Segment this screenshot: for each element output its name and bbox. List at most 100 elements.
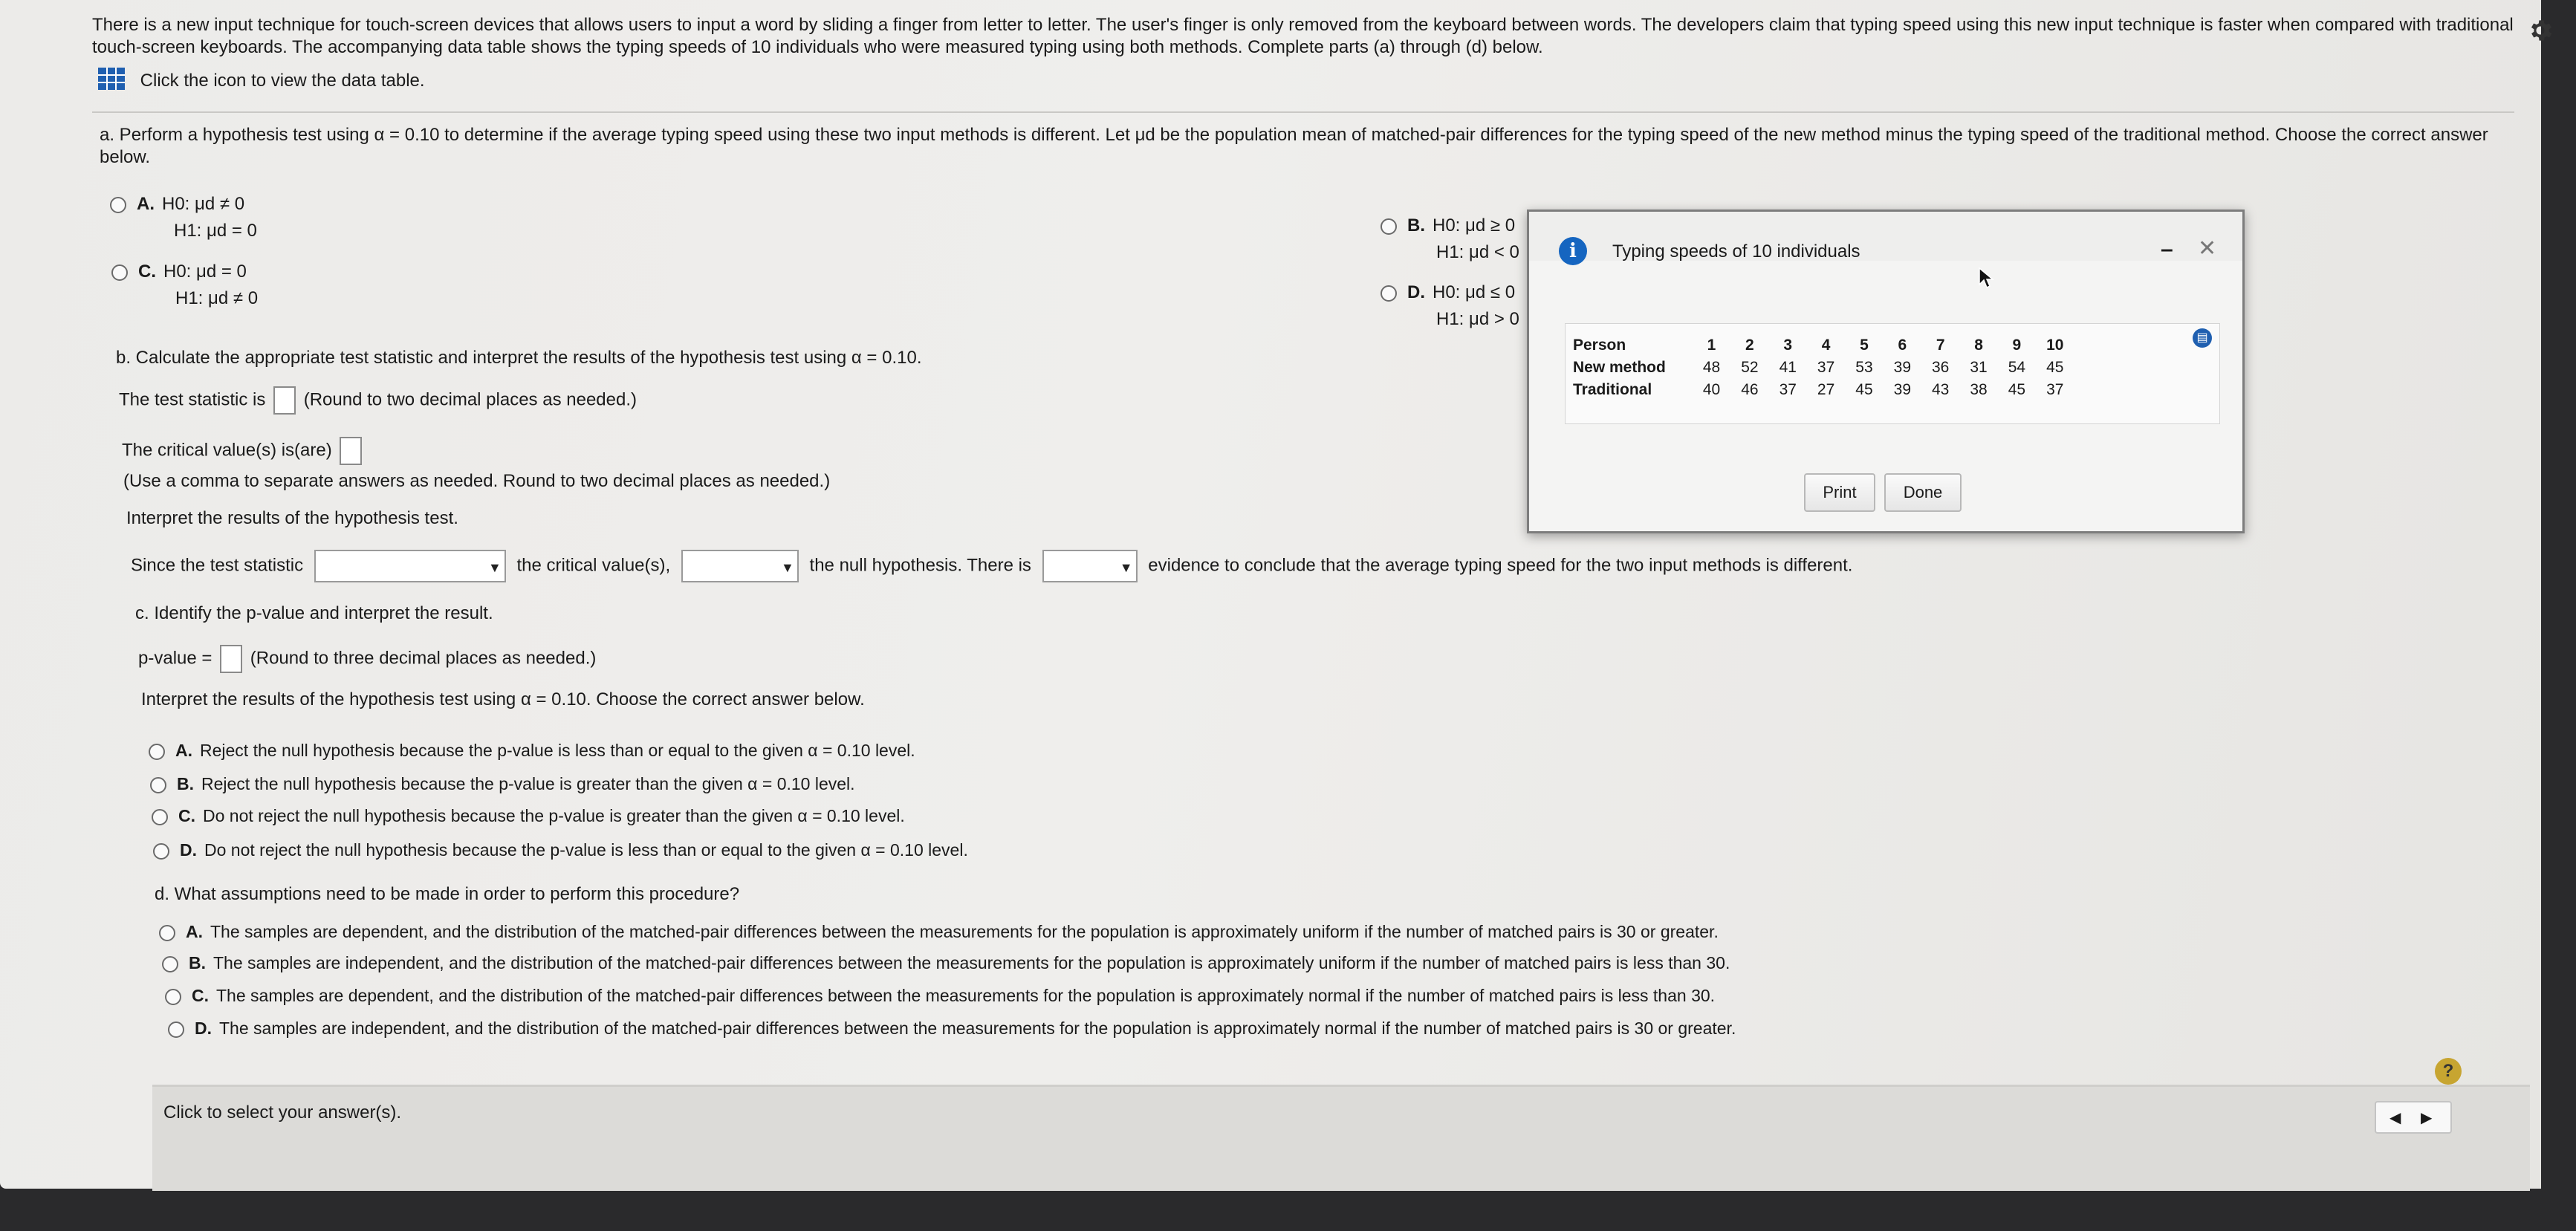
h1-text: H1: μd = 0 [174, 221, 257, 241]
table-cell: 45 [2046, 359, 2064, 376]
table-cell: 27 [1817, 381, 1835, 398]
radio-button[interactable] [152, 808, 168, 825]
radio-button[interactable] [1381, 285, 1397, 302]
grid-icon[interactable] [98, 68, 125, 95]
part-c-option-b[interactable]: B. Reject the null hypothesis because the… [150, 773, 855, 795]
option-letter: D. [1407, 282, 1425, 302]
table-cell: 7 [1936, 337, 1945, 354]
help-icon[interactable]: ? [2435, 1058, 2462, 1085]
critical-values-label: the critical value(s), [516, 555, 671, 576]
table-cell: 45 [2008, 381, 2026, 398]
interpret-label: Interpret the results of the hypothesis … [126, 508, 458, 528]
table-cell: 38 [1970, 381, 1988, 398]
option-letter: B. [177, 774, 194, 793]
minimize-icon[interactable]: – [2161, 237, 2173, 262]
critical-value-note: (Use a comma to separate answers as need… [123, 471, 831, 491]
copy-table-icon[interactable]: ▤ [2193, 328, 2212, 348]
h1-text: H1: μd > 0 [1436, 309, 1519, 329]
prev-next-nav[interactable]: ◀ ▶ [2375, 1101, 2452, 1134]
part-c-option-c[interactable]: C. Do not reject the null hypothesis beca… [152, 805, 905, 827]
row-header: New method [1573, 359, 1666, 376]
dropdown-arrow-icon: ▼ [487, 560, 502, 575]
table-cell: 1 [1707, 337, 1716, 354]
part-d-prompt: d. What assumptions need to be made in o… [155, 884, 740, 904]
next-arrow-icon[interactable]: ▶ [2421, 1108, 2432, 1127]
table-cell: 5 [1860, 337, 1869, 354]
table-cell: 46 [1741, 381, 1759, 398]
table-cell: 48 [1702, 359, 1721, 376]
dropdown-arrow-icon: ▼ [1119, 560, 1133, 575]
part-d-option-c[interactable]: C. The samples are dependent, and the dis… [165, 985, 1715, 1007]
part-b-prompt: b. Calculate the appropriate test statis… [116, 348, 922, 368]
radio-button[interactable] [162, 955, 178, 972]
table-cell: 54 [2008, 359, 2026, 376]
table-cell: 4 [1821, 337, 1831, 354]
option-text: Reject the null hypothesis because the p… [201, 774, 855, 793]
radio-button[interactable] [150, 776, 166, 793]
radio-button[interactable] [149, 743, 165, 760]
gear-icon[interactable] [2526, 16, 2554, 48]
dropdown-arrow-icon: ▼ [781, 560, 794, 575]
divider [92, 111, 2514, 113]
part-a-option-b[interactable]: B. H0: μd ≥ 0 H1: μd < 0 [1381, 212, 1519, 266]
option-text: Do not reject the null hypothesis becaus… [203, 806, 905, 825]
critical-value-input[interactable] [340, 437, 363, 465]
option-letter: C. [138, 262, 156, 282]
done-button[interactable]: Done [1884, 473, 1962, 512]
since-label: Since the test statistic [131, 555, 304, 576]
table-cell: 52 [1741, 359, 1759, 376]
radio-button[interactable] [1381, 218, 1397, 235]
option-text: The samples are independent, and the dis… [213, 953, 1730, 972]
critical-value-label: The critical value(s) is(are) [122, 440, 332, 461]
table-cell: 37 [1779, 381, 1797, 398]
table-cell: 3 [1783, 337, 1793, 354]
evidence-dropdown[interactable]: ▼ [1042, 550, 1138, 582]
table-row: Person 1 2 3 4 5 6 7 8 9 10 [1573, 334, 2074, 357]
radio-button[interactable] [153, 842, 169, 860]
table-cell: 41 [1779, 359, 1797, 376]
data-table-link-label[interactable]: Click the icon to view the data table. [140, 71, 425, 91]
h0-text: H0: μd ≠ 0 [162, 194, 245, 214]
evidence-label: evidence to conclude that the average ty… [1148, 555, 1853, 576]
part-c-option-a[interactable]: A. Reject the null hypothesis because the… [149, 740, 915, 761]
part-a-option-d[interactable]: D. H0: μd ≤ 0 H1: μd > 0 [1381, 279, 1519, 333]
table-cell: 31 [1970, 359, 1988, 376]
cursor-pointer-icon [1978, 267, 1995, 293]
part-a-option-c[interactable]: C. H0: μd = 0 H1: μd ≠ 0 [111, 259, 258, 312]
test-statistic-note: (Round to two decimal places as needed.) [303, 389, 637, 410]
info-icon: i [1559, 237, 1587, 265]
radio-button[interactable] [110, 196, 126, 213]
typing-speed-table: Person 1 2 3 4 5 6 7 8 9 10 New method 48 52 41 37 53 39… [1573, 334, 2074, 401]
h0-text: H0: μd ≥ 0 [1433, 215, 1516, 236]
part-d-option-b[interactable]: B. The samples are independent, and the d… [162, 952, 1730, 974]
table-row: Traditional 40 46 37 27 45 39 43 38 45 37 [1573, 379, 2074, 401]
p-value-row: p-value = (Round to three decimal places… [138, 645, 596, 673]
p-value-input[interactable] [220, 645, 243, 673]
decision-dropdown[interactable]: ▼ [681, 550, 799, 582]
radio-button[interactable] [111, 264, 128, 281]
option-text: The samples are dependent, and the distr… [210, 922, 1719, 941]
radio-button[interactable] [168, 1021, 184, 1038]
row-header: Person [1573, 337, 1626, 354]
part-d-option-d[interactable]: D. The samples are independent, and the d… [168, 1018, 1736, 1039]
part-a-prompt: a. Perform a hypothesis test using α = 0… [100, 125, 2488, 145]
option-letter: B. [1407, 215, 1425, 236]
screen: There is a new input technique for touch… [0, 0, 2552, 1191]
print-button[interactable]: Print [1804, 473, 1875, 512]
part-a-option-a[interactable]: A. H0: μd ≠ 0 H1: μd = 0 [110, 191, 257, 244]
test-statistic-input[interactable] [273, 386, 296, 415]
option-text: The samples are dependent, and the distr… [216, 986, 1716, 1005]
radio-button[interactable] [165, 988, 181, 1005]
previous-arrow-icon[interactable]: ◀ [2390, 1108, 2401, 1127]
data-table-link[interactable]: Click the icon to view the data table. [98, 68, 425, 95]
part-c-option-d[interactable]: D. Do not reject the null hypothesis beca… [153, 839, 968, 861]
close-icon[interactable]: ✕ [2198, 236, 2216, 262]
radio-button[interactable] [159, 924, 175, 941]
option-text: The samples are independent, and the dis… [219, 1019, 1736, 1038]
h1-text: H1: μd < 0 [1436, 242, 1519, 262]
comparison-dropdown[interactable]: ▼ [314, 550, 506, 582]
part-d-option-a[interactable]: A. The samples are dependent, and the dis… [159, 921, 1719, 943]
h0-text: H0: μd ≤ 0 [1433, 282, 1516, 302]
part-a-prompt-cont: below. [100, 147, 151, 167]
option-letter: B. [189, 953, 206, 972]
